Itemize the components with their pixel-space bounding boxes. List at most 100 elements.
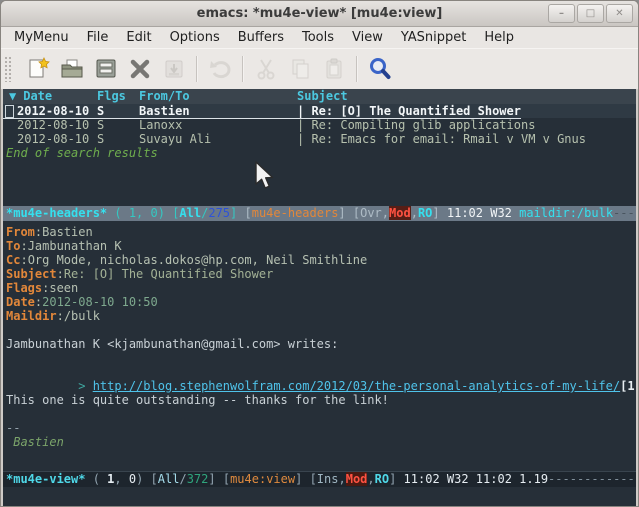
signature-separator: --	[6, 421, 20, 435]
sort-desc-icon: ▼	[9, 89, 16, 103]
row-from: Lanoxx	[139, 118, 297, 132]
row-date: 2012-08-10	[17, 104, 97, 118]
message-row[interactable]: 2012-08-10 S Suvayu Ali | Re: Emacs for …	[3, 132, 636, 146]
minimize-icon: –	[559, 9, 564, 19]
scissors-icon	[253, 56, 279, 82]
window-controls: – □ ✕	[548, 4, 633, 23]
open-file-button[interactable]	[55, 53, 89, 85]
body-url-link[interactable]: http://blog.stephenwolfram.com/2012/03/t…	[93, 379, 620, 393]
open-folder-icon	[59, 56, 85, 82]
signature-name: Bastien	[6, 435, 64, 449]
row-date: 2012-08-10	[17, 132, 97, 146]
window-title: emacs: *mu4e-view* [mu4e:view]	[1, 6, 638, 21]
menu-bar: MyMenu File Edit Options Buffers Tools V…	[1, 27, 638, 48]
header-to-value: Jambunathan K	[28, 239, 122, 253]
row-subject: | Re: Emacs for email: Rmail v VM v Gnus	[297, 132, 586, 146]
close-buffer-button[interactable]	[123, 53, 157, 85]
modeline-mu4e-view[interactable]: *mu4e-view* ( 1, 0) [All/372] [mu4e:view…	[3, 471, 636, 487]
cut-button	[249, 53, 283, 85]
readonly-flag: RO	[418, 206, 432, 220]
search-button[interactable]	[363, 53, 397, 85]
menu-tools[interactable]: Tools	[293, 28, 343, 47]
modeline-mu4e-headers[interactable]: *mu4e-headers* ( 1, 0) [All/275] [mu4e-h…	[3, 206, 636, 221]
header-subject-value: Re: [O] The Quantified Shower	[64, 267, 274, 281]
column-date[interactable]: ▼Date	[9, 89, 97, 104]
menu-view[interactable]: View	[343, 28, 392, 47]
headers-column-row: ▼Date Flgs From/To Subject	[3, 89, 636, 104]
quote-prefix: >	[78, 379, 92, 393]
new-file-button[interactable]	[21, 53, 55, 85]
maximize-icon: □	[586, 9, 595, 19]
paste-button	[317, 53, 351, 85]
menu-file[interactable]: File	[78, 28, 118, 47]
filter-indicator: All	[179, 206, 201, 220]
body-comment-line: This one is quite outstanding -- thanks …	[6, 393, 389, 407]
cursor-position: ( 1, 0)	[107, 206, 172, 220]
toolbar-separator	[242, 56, 244, 82]
column-subject[interactable]: Subject	[297, 89, 348, 104]
major-mode: mu4e-headers	[252, 206, 339, 220]
header-flags-value: seen	[49, 281, 78, 295]
paste-icon	[321, 56, 347, 82]
mu4e-headers-pane: ▼Date Flgs From/To Subject 2012-08-10 S …	[3, 89, 636, 206]
message-row[interactable]: 2012-08-10 S Lanoxx | Re: Compiling glib…	[3, 118, 636, 132]
emacs-hollow-cursor	[5, 105, 14, 118]
filter-indicator: All	[158, 472, 180, 486]
delete-x-icon	[127, 56, 153, 82]
undo-button	[203, 53, 237, 85]
modeline-segment: ]	[208, 472, 215, 486]
message-row-selected[interactable]: 2012-08-10 S Bastien | Re: [O] The Quant…	[3, 104, 636, 118]
row-date: 2012-08-10	[17, 118, 97, 132]
row-subject: | Re: [O] The Quantified Shower	[297, 104, 521, 118]
modeline-segment: ,	[367, 472, 374, 486]
toolbar-drag-handle[interactable]	[4, 56, 11, 82]
header-cc-label: Cc	[6, 253, 20, 267]
insert-flag: Ins	[317, 472, 339, 486]
modified-flag: Mod	[389, 206, 411, 220]
column-flags[interactable]: Flgs	[97, 89, 139, 104]
copy-button	[283, 53, 317, 85]
menu-mymenu[interactable]: MyMenu	[5, 28, 78, 47]
readonly-flag: RO	[375, 472, 389, 486]
modeline-segment: ,	[114, 472, 128, 486]
header-cc-value: Org Mode, nicholas.dokos@hp.com, Neil Sm…	[28, 253, 368, 267]
save-icon	[93, 56, 119, 82]
menu-options[interactable]: Options	[161, 28, 229, 47]
cursor-column: 0	[129, 472, 136, 486]
save-as-button	[157, 53, 191, 85]
modeline-segment: [	[151, 472, 158, 486]
emacs-content: ▼Date Flgs From/To Subject 2012-08-10 S …	[3, 89, 636, 506]
modeline-segment: ,	[382, 206, 389, 220]
row-flags: S	[97, 104, 139, 118]
modeline-segment: [	[237, 206, 251, 220]
modeline-segment: (	[85, 472, 107, 486]
header-date-label: Date	[6, 295, 35, 309]
overwrite-flag: Ovr	[360, 206, 382, 220]
buffer-name: *mu4e-view*	[6, 472, 85, 486]
echo-area[interactable]	[3, 487, 636, 506]
menu-buffers[interactable]: Buffers	[229, 28, 293, 47]
modeline-segment: ]	[432, 206, 439, 220]
save-buffer-button[interactable]	[89, 53, 123, 85]
menu-edit[interactable]: Edit	[117, 28, 160, 47]
end-of-search-results: End of search results	[3, 146, 636, 160]
undo-icon	[207, 56, 233, 82]
modeline-segment: ------------	[613, 206, 636, 220]
minimize-button[interactable]: –	[548, 4, 575, 23]
titlebar[interactable]: emacs: *mu4e-view* [mu4e:view] – □ ✕	[1, 1, 638, 27]
maildir: maildir:/bulk	[519, 206, 613, 220]
modeline-segment: ,	[411, 206, 418, 220]
frame-body: ▼Date Flgs From/To Subject 2012-08-10 S …	[1, 89, 638, 507]
close-button[interactable]: ✕	[606, 4, 633, 23]
message-count: 372	[187, 472, 209, 486]
row-flags: S	[97, 132, 139, 146]
column-from[interactable]: From/To	[139, 89, 297, 104]
header-date-value: 2012-08-10 10:50	[42, 295, 158, 309]
buffer-name: *mu4e-headers*	[6, 206, 107, 220]
menu-help[interactable]: Help	[475, 28, 523, 47]
new-file-icon	[25, 56, 51, 82]
menu-yasnippet[interactable]: YASnippet	[392, 28, 476, 47]
header-from-value: Bastien	[42, 225, 93, 239]
maximize-button[interactable]: □	[577, 4, 604, 23]
major-mode: mu4e:view	[230, 472, 295, 486]
